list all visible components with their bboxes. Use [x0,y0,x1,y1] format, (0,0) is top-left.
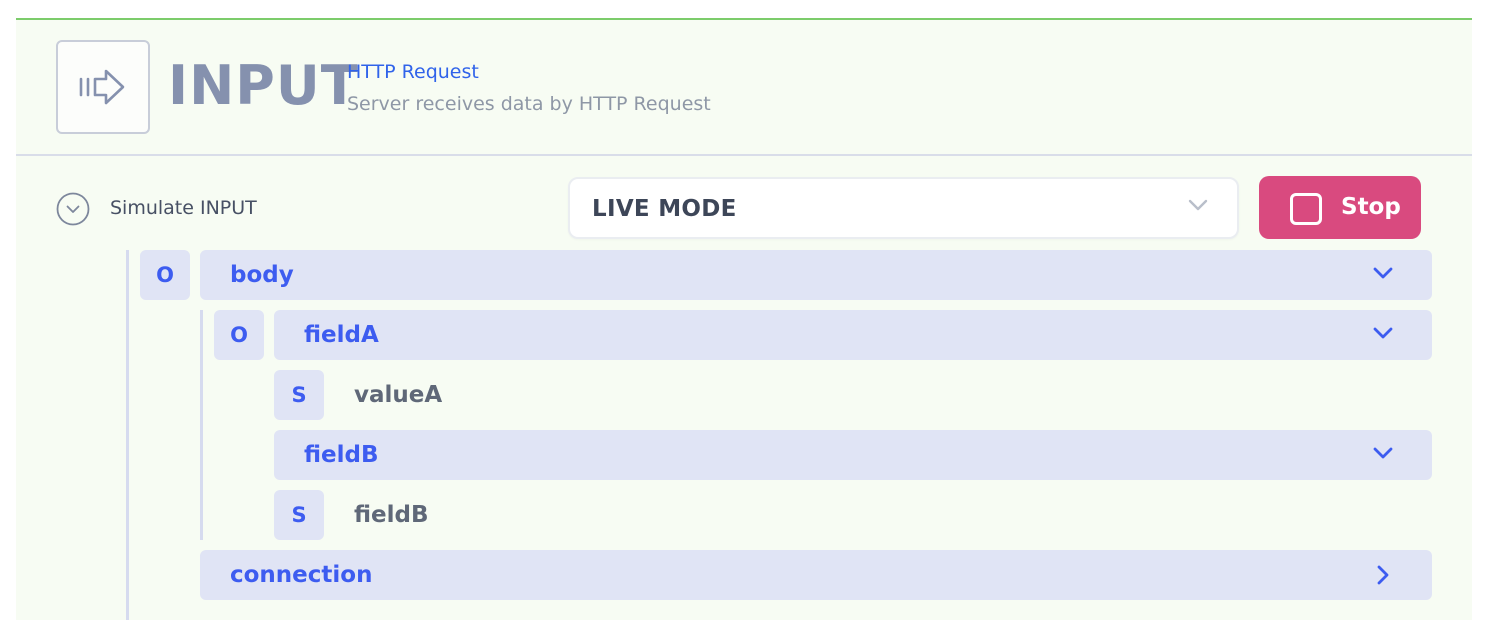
tree-row-label: connection [230,562,373,588]
tree-row-connection[interactable]: connection [200,550,1432,600]
node-header: INPUT HTTP Request Server receives data … [16,20,1472,156]
mode-select-value: LIVE MODE [592,196,737,222]
input-arrow-icon [56,40,150,134]
page-title: INPUT [168,54,359,117]
tree-row-fieldA[interactable]: fieldA [274,310,1432,360]
tree-row-label: body [230,262,294,288]
simulate-label: Simulate INPUT [110,197,257,219]
tree-value: valueA [354,382,443,408]
chevron-down-icon[interactable] [1372,325,1394,344]
input-node-panel: INPUT HTTP Request Server receives data … [16,18,1472,620]
tree-row-label: fieldB [304,442,379,468]
string-type-badge: S [274,490,324,540]
tree-row-label: fieldA [304,322,379,348]
tree-guide-line [200,310,203,540]
mode-select[interactable]: LIVE MODE [568,177,1239,239]
chevron-down-icon [1187,197,1209,216]
stop-button[interactable]: Stop [1259,176,1421,239]
tree-value: fieldB [354,502,429,528]
string-type-badge: S [274,370,324,420]
stop-icon [1290,193,1322,225]
tree-guide-line [126,250,129,620]
node-subtitle: HTTP Request [347,61,479,83]
stop-button-label: Stop [1341,194,1401,220]
object-type-badge: O [140,250,190,300]
chevron-down-icon[interactable] [1372,445,1394,464]
collapse-toggle-icon[interactable] [56,192,90,226]
chevron-down-icon[interactable] [1372,265,1394,284]
object-type-badge: O [214,310,264,360]
chevron-right-icon[interactable] [1376,564,1390,590]
node-description: Server receives data by HTTP Request [347,93,711,115]
tree-row-fieldB[interactable]: fieldB [274,430,1432,480]
tree-row-body[interactable]: body [200,250,1432,300]
